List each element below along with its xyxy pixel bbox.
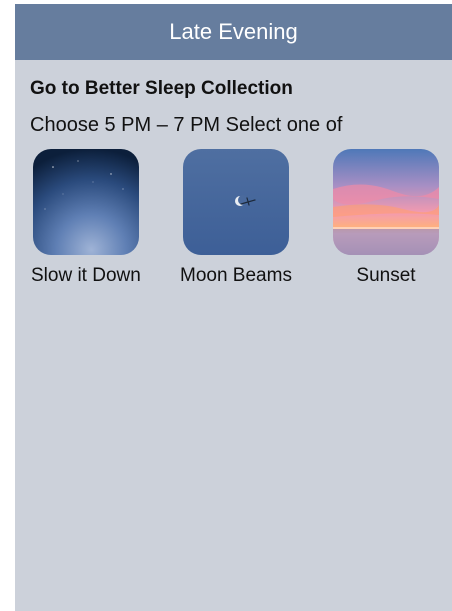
sound-label: Slow it Down (31, 265, 141, 286)
sound-item-moon-beams[interactable]: Moon Beams (180, 149, 292, 287)
sunset-thumbnail[interactable] (333, 149, 439, 255)
moon-thumbnail[interactable] (182, 149, 289, 255)
collection-instruction: Choose 5 PM – 7 PM Select one of (30, 114, 343, 136)
app-header: Late Evening (15, 4, 452, 60)
sound-item-slow-it-down[interactable]: Slow it Down (31, 149, 141, 287)
sound-item-sunset[interactable]: Sunset (333, 149, 439, 287)
night-sky-thumbnail[interactable] (32, 149, 139, 255)
late-evening-screen: Late Evening Go to Better Sleep Collecti… (15, 4, 452, 611)
sound-label: Moon Beams (180, 265, 292, 286)
header-title: Late Evening (169, 19, 298, 44)
sound-label: Sunset (356, 265, 416, 286)
collection-title: Go to Better Sleep Collection (30, 78, 293, 99)
